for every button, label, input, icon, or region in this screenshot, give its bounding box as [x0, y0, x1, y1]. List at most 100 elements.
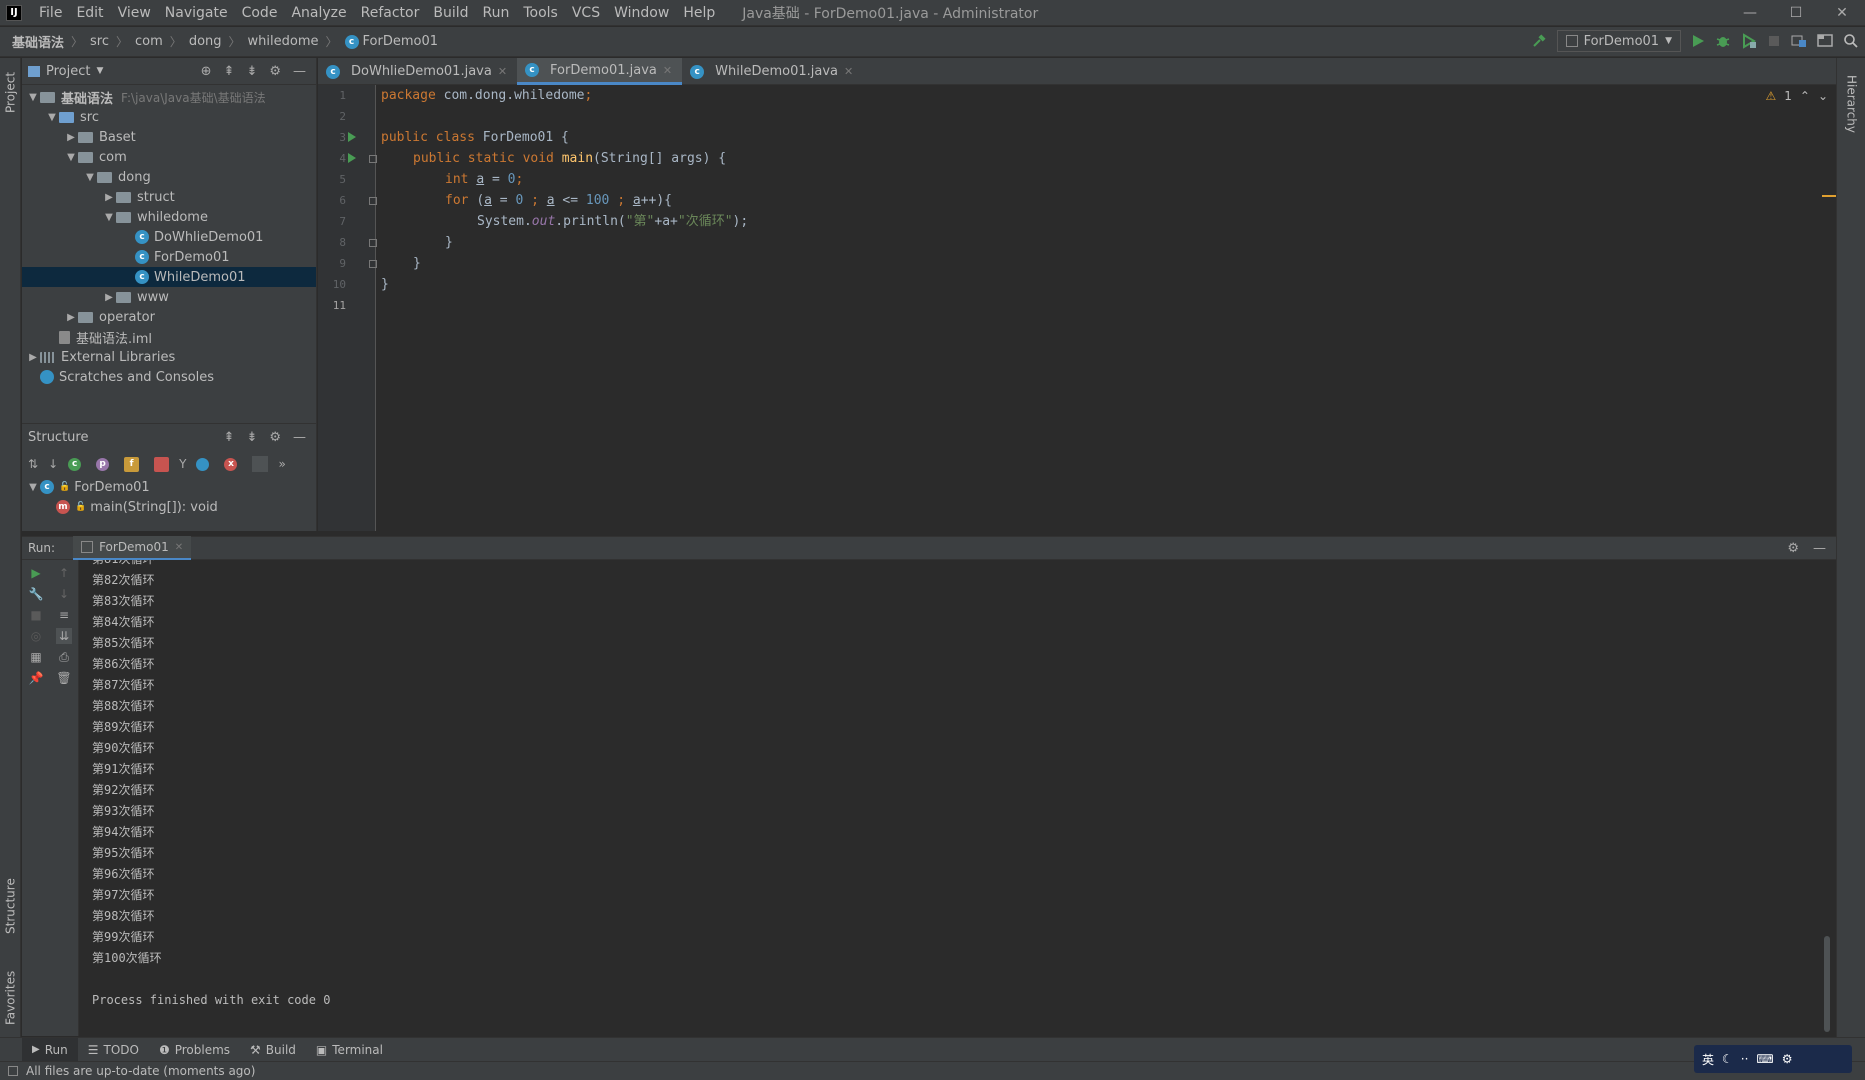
menu-analyze[interactable]: Analyze: [284, 5, 353, 21]
inspection-widget[interactable]: ⚠ 1 ⌃ ⌄: [1765, 89, 1828, 103]
sort-alphabetically-icon[interactable]: ↓: [48, 457, 58, 471]
gear-icon[interactable]: ⚙: [1787, 541, 1799, 556]
chevron-right-icon[interactable]: ▶: [26, 352, 40, 363]
show-lambdas-icon[interactable]: Y: [179, 457, 186, 471]
run-gutter-icon[interactable]: [348, 153, 356, 163]
menu-code[interactable]: Code: [235, 5, 285, 21]
show-fields-icon[interactable]: f: [124, 456, 140, 472]
tree-item[interactable]: ▼ whiledome: [22, 207, 316, 227]
menu-file[interactable]: File: [32, 5, 69, 21]
breadcrumb-com[interactable]: com: [135, 34, 163, 49]
stop-icon[interactable]: ■: [28, 607, 44, 623]
soft-wrap-icon[interactable]: ≡: [56, 607, 72, 623]
close-icon[interactable]: ✕: [175, 542, 183, 553]
camera-icon[interactable]: ◎: [28, 628, 44, 644]
fold-icon[interactable]: [369, 260, 377, 268]
chevron-right-icon[interactable]: ▶: [102, 292, 116, 303]
settings-icon[interactable]: ⚙: [1782, 1052, 1793, 1066]
moon-icon[interactable]: ☾: [1722, 1052, 1733, 1066]
menu-navigate[interactable]: Navigate: [158, 5, 235, 21]
code-editor[interactable]: package com.dong.whiledome; public class…: [377, 85, 1836, 531]
chevron-down-icon[interactable]: ▼: [102, 212, 116, 223]
tree-item[interactable]: ▶ www: [22, 287, 316, 307]
tree-item[interactable]: ▶ struct: [22, 187, 316, 207]
tree-item[interactable]: ▼ com: [22, 147, 316, 167]
hide-icon[interactable]: —: [293, 64, 306, 79]
favorites-tool-tab[interactable]: Favorites: [0, 958, 21, 1038]
show-non-public-icon[interactable]: [154, 456, 170, 472]
menu-help[interactable]: Help: [676, 5, 722, 21]
bottom-tab-problems[interactable]: ❶ Problems: [149, 1038, 240, 1062]
fold-icon[interactable]: [369, 155, 377, 163]
tab-whiledemo01[interactable]: c WhileDemo01.java ✕: [682, 58, 863, 85]
menu-edit[interactable]: Edit: [69, 5, 110, 21]
chevron-down-icon[interactable]: ▼: [83, 172, 97, 183]
minimize-button[interactable]: —: [1727, 0, 1773, 26]
stop-icon[interactable]: [1767, 34, 1781, 48]
locate-icon[interactable]: ⊕: [201, 64, 212, 79]
tree-item[interactable]: ▼ src: [22, 107, 316, 127]
menu-refactor[interactable]: Refactor: [354, 5, 427, 21]
gear-icon[interactable]: ⚙: [269, 64, 281, 79]
run-gutter-icon[interactable]: [348, 132, 356, 142]
collapse-all-icon[interactable]: ⇟: [246, 64, 257, 79]
arrow-up-icon[interactable]: ↑: [56, 565, 72, 581]
chevron-right-icon[interactable]: ▶: [64, 312, 78, 323]
console-scrollbar[interactable]: [1824, 936, 1830, 1032]
tab-dowhliedemo01[interactable]: c DoWhlieDemo01.java ✕: [318, 58, 517, 85]
menu-window[interactable]: Window: [607, 5, 676, 21]
close-icon[interactable]: ✕: [498, 65, 507, 78]
hammer-icon[interactable]: [1531, 33, 1547, 49]
breadcrumb-module[interactable]: 基础语法: [12, 32, 64, 51]
chevron-right-icon[interactable]: ▶: [102, 192, 116, 203]
bottom-tab-run[interactable]: ▶ Run: [22, 1037, 78, 1062]
search-icon[interactable]: [1843, 33, 1859, 49]
breadcrumb-whiledome[interactable]: whiledome: [248, 34, 319, 49]
tree-item[interactable]: c ForDemo01: [22, 247, 316, 267]
chevron-down-icon[interactable]: ▼: [26, 482, 40, 493]
rerun-icon[interactable]: ▶: [28, 565, 44, 581]
tree-item[interactable]: ▼ dong: [22, 167, 316, 187]
print-icon[interactable]: ⎙: [56, 649, 72, 665]
run-icon[interactable]: [1691, 34, 1705, 48]
chevron-down-icon[interactable]: ▼: [45, 112, 59, 123]
tree-item[interactable]: Scratches and Consoles: [22, 367, 316, 387]
chevron-right-icon[interactable]: ▶: [64, 132, 78, 143]
tree-item[interactable]: ▼ 基础语法 F:\java\Java基础\基础语法: [22, 87, 316, 107]
tab-fordemo01[interactable]: c ForDemo01.java ✕: [517, 58, 683, 85]
arrow-down-icon[interactable]: ↓: [56, 586, 72, 602]
trash-icon[interactable]: 🗑: [56, 670, 72, 686]
close-icon[interactable]: ✕: [844, 65, 853, 78]
chevron-down-icon[interactable]: ⌄: [1818, 89, 1828, 103]
expand-all-icon[interactable]: ⇞: [224, 430, 235, 445]
punctuation-icon[interactable]: ··: [1741, 1052, 1749, 1066]
bottom-tab-build[interactable]: ⚒ Build: [240, 1038, 306, 1062]
breadcrumb-src[interactable]: src: [90, 34, 109, 49]
project-view-label[interactable]: Project: [46, 64, 90, 79]
autoscroll-icon[interactable]: [252, 456, 269, 472]
hierarchy-tool-tab[interactable]: Hierarchy: [1841, 64, 1862, 144]
show-anonymous-icon[interactable]: [196, 457, 210, 471]
tree-item[interactable]: ▶ External Libraries: [22, 347, 316, 367]
toggle-tool-windows-icon[interactable]: [8, 1066, 18, 1076]
bottom-tab-terminal[interactable]: ▣ Terminal: [306, 1038, 393, 1062]
tree-item[interactable]: ▶ operator: [22, 307, 316, 327]
more-icon[interactable]: »: [278, 457, 285, 471]
run-configuration-select[interactable]: ForDemo01 ▼: [1556, 30, 1681, 52]
breadcrumb-class[interactable]: ForDemo01: [363, 34, 438, 49]
structure-method-item[interactable]: m 🔓 main(String[]): void: [22, 497, 316, 517]
structure-tool-tab[interactable]: Structure: [0, 870, 21, 942]
close-button[interactable]: ✕: [1819, 0, 1865, 26]
close-icon[interactable]: x: [224, 457, 238, 471]
hide-icon[interactable]: —: [293, 430, 306, 445]
chevron-up-icon[interactable]: ⌃: [1800, 89, 1810, 103]
run-tab[interactable]: ForDemo01 ✕: [73, 536, 192, 560]
hide-icon[interactable]: —: [1813, 541, 1826, 556]
bottom-tab-todo[interactable]: ☰ TODO: [78, 1038, 149, 1062]
sort-by-visibility-icon[interactable]: ⇅: [28, 457, 38, 471]
presentation-icon[interactable]: [1817, 33, 1833, 49]
show-inherited-icon[interactable]: c: [68, 457, 82, 471]
maximize-button[interactable]: ☐: [1773, 0, 1819, 26]
expand-all-icon[interactable]: ⇞: [224, 64, 235, 79]
menu-view[interactable]: View: [111, 5, 158, 21]
